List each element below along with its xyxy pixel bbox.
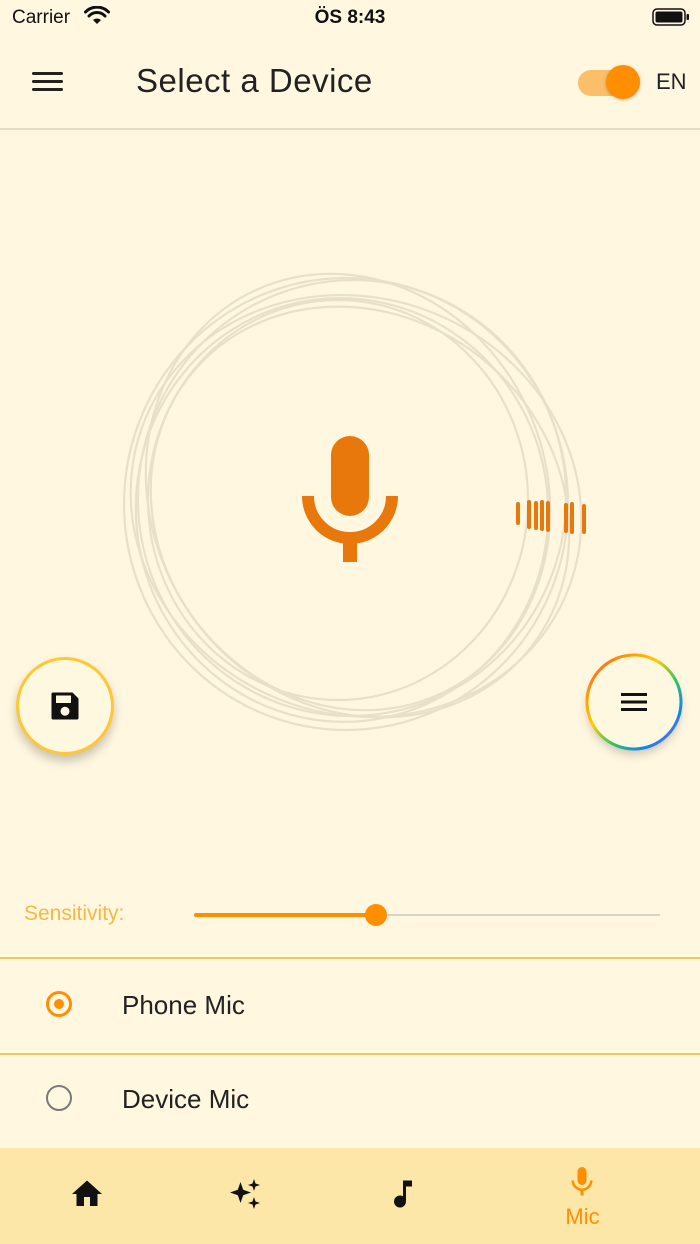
nav-home[interactable]: [0, 1148, 175, 1244]
slider-fill: [194, 913, 376, 917]
status-time: ÖS 8:43: [314, 7, 386, 28]
language-toggle[interactable]: [576, 64, 642, 100]
option-device-mic[interactable]: Device Mic: [0, 1053, 700, 1147]
language-label: EN: [656, 69, 687, 94]
option-label: Device Mic: [122, 1084, 250, 1114]
microphone-icon[interactable]: [300, 432, 400, 567]
radio-unselected[interactable]: [46, 1085, 72, 1111]
sensitivity-slider[interactable]: [194, 896, 660, 936]
option-phone-mic[interactable]: Phone Mic: [0, 957, 700, 1055]
home-icon: [72, 1180, 102, 1206]
radio-selected[interactable]: [46, 991, 72, 1017]
slider-thumb[interactable]: [364, 904, 387, 926]
status-bar: Carrier ÖS 8:43: [0, 0, 700, 36]
save-button[interactable]: [16, 657, 114, 755]
page-title: Select a Device: [136, 62, 373, 99]
options-menu-button[interactable]: [585, 653, 683, 751]
hamburger-menu-icon[interactable]: [28, 66, 68, 98]
nav-mic-label: Mic: [565, 1204, 600, 1229]
list-menu-icon: [621, 693, 647, 711]
mic-icon: [571, 1167, 593, 1196]
sparkles-icon: [230, 1179, 260, 1209]
app-bar: Select a Device EN: [0, 36, 700, 130]
nav-mic[interactable]: Mic: [495, 1148, 670, 1244]
option-label: Phone Mic: [122, 990, 245, 1020]
bottom-nav: Mic: [0, 1148, 700, 1244]
sensitivity-label: Sensitivity:: [24, 902, 125, 925]
nav-music[interactable]: [316, 1148, 491, 1244]
music-note-icon: [394, 1180, 412, 1208]
nav-effects[interactable]: [158, 1148, 333, 1244]
battery-icon: [652, 8, 689, 26]
floppy-disk-icon: [51, 692, 79, 720]
